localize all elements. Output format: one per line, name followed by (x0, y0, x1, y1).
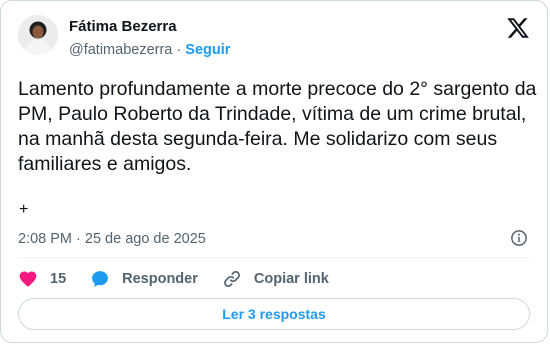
heart-icon (19, 271, 37, 287)
action-bar: 15 Responder Copiar link (18, 267, 353, 291)
author-avatar[interactable] (18, 15, 58, 55)
post-timestamp[interactable]: 2:08 PM · 25 de ago de 2025 (18, 230, 206, 248)
read-replies-label: Ler 3 respostas (222, 306, 326, 322)
author-meta: @fatimabezerra · Seguir (69, 41, 230, 59)
author-name[interactable]: Fátima Bezerra (69, 18, 177, 36)
reply-button[interactable]: Responder (90, 269, 198, 289)
copy-link-button[interactable]: Copiar link (222, 269, 329, 289)
avatar-image (18, 15, 58, 55)
post-extra: + (19, 201, 29, 218)
meta-separator: · (176, 42, 182, 58)
info-icon[interactable] (510, 229, 528, 247)
author-handle[interactable]: @fatimabezerra (69, 42, 172, 58)
x-logo-icon[interactable] (506, 16, 530, 40)
post-text: Lamento profundamente a morte precoce do… (18, 78, 537, 175)
divider (18, 257, 530, 258)
like-count: 15 (50, 271, 67, 287)
like-button[interactable]: 15 (18, 269, 66, 289)
link-icon (223, 271, 240, 287)
read-replies-button[interactable]: Ler 3 respostas (18, 298, 530, 330)
reply-label: Responder (122, 271, 198, 287)
speech-bubble-icon (92, 271, 109, 287)
tweet-card: Fátima Bezerra @fatimabezerra · Seguir L… (0, 0, 548, 343)
follow-button[interactable]: Seguir (185, 42, 230, 58)
copy-link-label: Copiar link (253, 271, 329, 287)
